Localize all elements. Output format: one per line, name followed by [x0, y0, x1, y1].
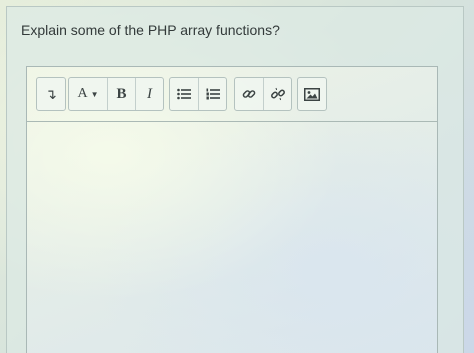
- numbered-list-icon: [206, 88, 220, 100]
- editor-content-area[interactable]: [27, 122, 437, 353]
- bulleted-list-icon: [177, 88, 191, 100]
- bold-button[interactable]: B: [107, 78, 135, 110]
- bulleted-list-button[interactable]: [170, 78, 198, 110]
- link-button[interactable]: [235, 78, 263, 110]
- font-menu-icon: A: [77, 86, 88, 101]
- editor-toolbar: ↴ A ▼ B I: [27, 67, 437, 122]
- link-icon: [242, 87, 256, 101]
- rich-text-editor: ↴ A ▼ B I: [26, 66, 438, 353]
- list-group: [169, 77, 227, 111]
- media-group: [297, 77, 327, 111]
- unlink-button[interactable]: [263, 78, 291, 110]
- italic-icon: I: [147, 85, 152, 102]
- image-icon: [304, 87, 320, 101]
- numbered-list-button[interactable]: [198, 78, 226, 110]
- font-menu-button[interactable]: A ▼: [69, 78, 107, 110]
- unlink-icon: [270, 87, 285, 101]
- text-style-group: A ▼ B I: [68, 77, 164, 111]
- link-group: [234, 77, 292, 111]
- paragraph-format-icon: ↴: [45, 85, 57, 102]
- paragraph-format-button[interactable]: ↴: [37, 78, 65, 110]
- bold-icon: B: [116, 85, 127, 102]
- question-panel: Explain some of the PHP array functions?…: [6, 6, 464, 353]
- insert-image-button[interactable]: [298, 78, 326, 110]
- italic-button[interactable]: I: [135, 78, 163, 110]
- chevron-down-icon: ▼: [90, 89, 99, 99]
- question-text: Explain some of the PHP array functions?: [21, 22, 280, 38]
- paragraph-group: ↴: [36, 77, 66, 111]
